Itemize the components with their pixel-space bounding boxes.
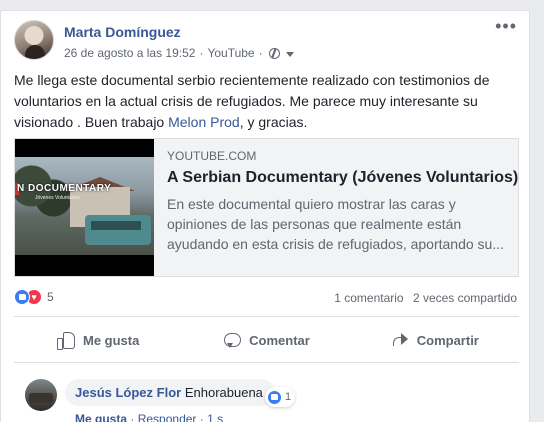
share-icon	[391, 331, 409, 349]
post-card: Marta Domínguez 26 de agosto a las 19:52…	[0, 10, 530, 422]
like-reaction-icon	[14, 289, 30, 305]
comment-reaction-count: 1	[285, 391, 292, 403]
reaction-summary[interactable]: 5	[14, 289, 54, 305]
like-button-label: Me gusta	[82, 332, 140, 348]
comment-button-label: Comentar	[249, 332, 310, 348]
more-options-icon[interactable]: •••	[495, 17, 517, 35]
comment-icon	[223, 331, 242, 349]
comment-reply-link[interactable]: Responder	[138, 412, 197, 422]
like-reaction-icon	[267, 389, 282, 405]
chevron-down-icon[interactable]	[285, 51, 294, 57]
comment-actions: Me gusta · Responder · 1 s	[75, 412, 223, 422]
globe-icon[interactable]	[268, 47, 280, 59]
link-thumbnail[interactable]: N DOCUMENTARY Jóvenes Voluntarios	[15, 139, 154, 276]
post-actions: Me gusta Comentar Compartir	[14, 324, 519, 356]
post-text: Me llega este documental serbio reciente…	[14, 70, 519, 133]
thumbnail-bus	[85, 215, 151, 245]
post-date[interactable]: 26 de agosto a las 19:52	[64, 46, 195, 60]
thumbnail-title: N DOCUMENTARY	[17, 183, 112, 194]
comment-bubble: Jesús López Flor Enhorabuena	[65, 379, 275, 406]
comment-reaction[interactable]: 1	[265, 387, 296, 407]
thumbs-up-icon	[56, 331, 75, 350]
comment-button[interactable]: Comentar	[182, 324, 350, 356]
comment-dot-2: ·	[199, 412, 204, 422]
comments-count[interactable]: 1 comentario	[334, 291, 403, 305]
thumbnail-subtitle: Jóvenes Voluntarios	[35, 195, 80, 201]
share-button[interactable]: Compartir	[351, 324, 519, 356]
comment-like-link[interactable]: Me gusta	[75, 412, 127, 422]
meta-separator-2: ·	[258, 46, 263, 60]
divider	[14, 362, 519, 363]
post-text-link[interactable]: Melon Prod	[168, 114, 240, 130]
post-meta: 26 de agosto a las 19:52 · YouTube ·	[64, 46, 294, 60]
share-button-label: Compartir	[416, 332, 479, 348]
thumbnail-scene	[15, 157, 154, 255]
link-info: YOUTUBE.COM A Serbian Documentary (Jóven…	[167, 149, 518, 254]
link-description: En este documental quiero mostrar las ca…	[167, 196, 504, 252]
shares-count[interactable]: 2 veces compartido	[413, 291, 517, 305]
divider	[14, 316, 519, 317]
post-text-end: , y gracias.	[239, 114, 308, 130]
meta-separator: ·	[199, 46, 204, 60]
reaction-count[interactable]: 5	[47, 290, 54, 304]
like-button[interactable]: Me gusta	[14, 324, 182, 356]
commenter-avatar[interactable]	[25, 379, 57, 411]
post-via[interactable]: YouTube	[207, 46, 254, 60]
post-stats: 1 comentario 2 veces compartido	[334, 291, 517, 305]
link-domain: YOUTUBE.COM	[167, 149, 257, 163]
comment-text: Enhorabuena	[184, 385, 263, 400]
author-avatar[interactable]	[14, 20, 54, 60]
comment-dot: ·	[130, 412, 135, 422]
link-preview[interactable]: N DOCUMENTARY Jóvenes Voluntarios YOUTUB…	[14, 138, 519, 277]
post-author-name[interactable]: Marta Domínguez	[64, 24, 181, 40]
link-title[interactable]: A Serbian Documentary (Jóvenes Voluntari…	[167, 168, 518, 188]
commenter-name[interactable]: Jesús López Flor	[75, 385, 181, 400]
comment-time[interactable]: 1 s	[207, 412, 223, 422]
